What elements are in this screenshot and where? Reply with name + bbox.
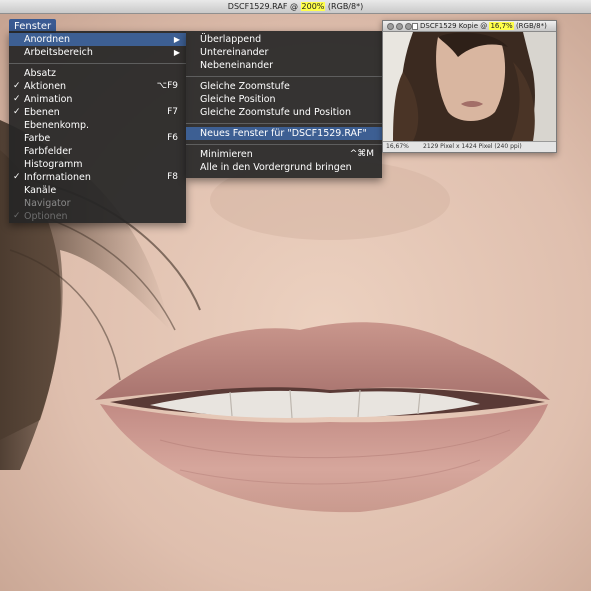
- checkmark-icon: ✓: [13, 81, 21, 91]
- menu-shortcut: F8: [167, 172, 178, 182]
- menu-separator: [186, 123, 382, 124]
- menu-item-label: Gleiche Position: [200, 94, 276, 105]
- menu-item-label: Gleiche Zoomstufe: [200, 81, 290, 92]
- menu-separator: [9, 63, 186, 64]
- checkmark-icon: ✓: [13, 107, 21, 117]
- menu-item-farbe[interactable]: Farbe F6: [9, 132, 186, 145]
- submenu-item-nebeneinander[interactable]: Nebeneinander: [186, 59, 382, 72]
- minimize-button-icon[interactable]: [396, 23, 403, 30]
- menu-item-farbfelder[interactable]: Farbfelder: [9, 145, 186, 158]
- portrait-thumbnail[interactable]: [383, 32, 556, 141]
- checkmark-icon: ✓: [13, 172, 21, 182]
- menu-item-navigator[interactable]: Navigator: [9, 197, 186, 210]
- submenu-arrow-icon: ▶: [173, 48, 180, 57]
- menu-item-ebenenkomp[interactable]: Ebenenkomp.: [9, 119, 186, 132]
- document-title-suffix: (RGB/8*): [325, 2, 364, 11]
- menu-item-label: Optionen: [24, 211, 68, 222]
- menu-item-label: Gleiche Zoomstufe und Position: [200, 107, 351, 118]
- menu-item-label: Überlappend: [200, 34, 262, 45]
- menu-item-label: Farbfelder: [24, 146, 72, 157]
- menu-shortcut: ^⌘M: [349, 149, 374, 159]
- menu-item-absatz[interactable]: Absatz: [9, 67, 186, 80]
- menu-item-label: Informationen: [24, 172, 91, 183]
- menu-item-optionen[interactable]: ✓ Optionen: [9, 210, 186, 223]
- menu-item-label: Navigator: [24, 198, 71, 209]
- menu-item-label: Absatz: [24, 68, 57, 79]
- anordnen-submenu: Überlappend Untereinander Nebeneinander …: [186, 31, 382, 178]
- menu-item-label: Kanäle: [24, 185, 57, 196]
- second-document-window[interactable]: DSCF1529 Kopie @ 16,7% (RGB/8*) 16,67% 2…: [382, 20, 557, 153]
- window-title-prefix: DSCF1529 Kopie @: [420, 22, 490, 30]
- menu-item-aktionen[interactable]: ✓ Aktionen ⌥F9: [9, 80, 186, 93]
- menu-item-label: Ebenenkomp.: [24, 120, 90, 131]
- document-icon: [412, 23, 418, 30]
- menu-shortcut: ⌥F9: [156, 81, 178, 91]
- menu-shortcut: F7: [167, 107, 178, 117]
- portrait-photo: [383, 32, 556, 141]
- submenu-item-alle-vordergrund[interactable]: Alle in den Vordergrund bringen: [186, 161, 382, 174]
- status-document-info: 2129 Pixel x 1424 Pixel (240 ppi): [423, 143, 522, 150]
- submenu-item-ueberlappend[interactable]: Überlappend: [186, 33, 382, 46]
- submenu-arrow-icon: ▶: [173, 35, 180, 44]
- menu-item-label: Animation: [24, 94, 73, 105]
- menu-item-label: Farbe: [24, 133, 51, 144]
- menu-item-kanaele[interactable]: Kanäle: [9, 184, 186, 197]
- menu-item-label: Alle in den Vordergrund bringen: [200, 162, 352, 173]
- menu-item-label: Aktionen: [24, 81, 67, 92]
- status-zoom[interactable]: 16,67%: [386, 142, 409, 152]
- submenu-item-neues-fenster[interactable]: Neues Fenster für "DSCF1529.RAF": [186, 127, 382, 140]
- menu-separator: [186, 76, 382, 77]
- menu-item-label: Arbeitsbereich: [24, 47, 93, 58]
- menu-item-animation[interactable]: ✓ Animation: [9, 93, 186, 106]
- window-status-bar: 16,67% 2129 Pixel x 1424 Pixel (240 ppi): [383, 141, 556, 152]
- menu-item-label: Nebeneinander: [200, 60, 273, 71]
- menubar: Fenster: [9, 16, 57, 35]
- close-button-icon[interactable]: [387, 23, 394, 30]
- checkmark-icon: ✓: [13, 211, 21, 221]
- submenu-item-untereinander[interactable]: Untereinander: [186, 46, 382, 59]
- menu-item-arbeitsbereich[interactable]: Arbeitsbereich ▶: [9, 46, 186, 59]
- fenster-menu: Anordnen ▶ Arbeitsbereich ▶ Absatz ✓ Akt…: [9, 31, 186, 223]
- submenu-item-minimieren[interactable]: Minimieren ^⌘M: [186, 148, 382, 161]
- menu-shortcut: F6: [167, 133, 178, 143]
- submenu-item-gleiche-zoomstufe-position[interactable]: Gleiche Zoomstufe und Position: [186, 106, 382, 119]
- menu-item-label: Histogramm: [24, 159, 83, 170]
- menu-item-ebenen[interactable]: ✓ Ebenen F7: [9, 106, 186, 119]
- menu-item-histogramm[interactable]: Histogramm: [9, 158, 186, 171]
- document-zoom-level: 200%: [300, 2, 326, 11]
- menu-item-label: Minimieren: [200, 149, 253, 160]
- zoom-button-icon[interactable]: [405, 23, 412, 30]
- submenu-item-gleiche-position[interactable]: Gleiche Position: [186, 93, 382, 106]
- menu-item-label: Untereinander: [200, 47, 269, 58]
- menu-item-label: Anordnen: [24, 34, 70, 45]
- menu-item-informationen[interactable]: ✓ Informationen F8: [9, 171, 186, 184]
- menu-separator: [186, 144, 382, 145]
- window-zoom-level: 16,7%: [489, 22, 514, 30]
- submenu-item-gleiche-zoomstufe[interactable]: Gleiche Zoomstufe: [186, 80, 382, 93]
- window-title-suffix: (RGB/8*): [513, 22, 547, 30]
- window-controls: [387, 23, 414, 34]
- menu-item-label: Ebenen: [24, 107, 60, 118]
- menu-item-label: Neues Fenster für "DSCF1529.RAF": [200, 128, 367, 139]
- document-title-prefix: DSCF1529.RAF @: [227, 2, 301, 11]
- checkmark-icon: ✓: [13, 94, 21, 104]
- document-title-bar: DSCF1529.RAF @ 200% (RGB/8*): [0, 0, 591, 14]
- menu-item-anordnen[interactable]: Anordnen ▶: [9, 33, 186, 46]
- window-title-bar[interactable]: DSCF1529 Kopie @ 16,7% (RGB/8*): [383, 21, 556, 32]
